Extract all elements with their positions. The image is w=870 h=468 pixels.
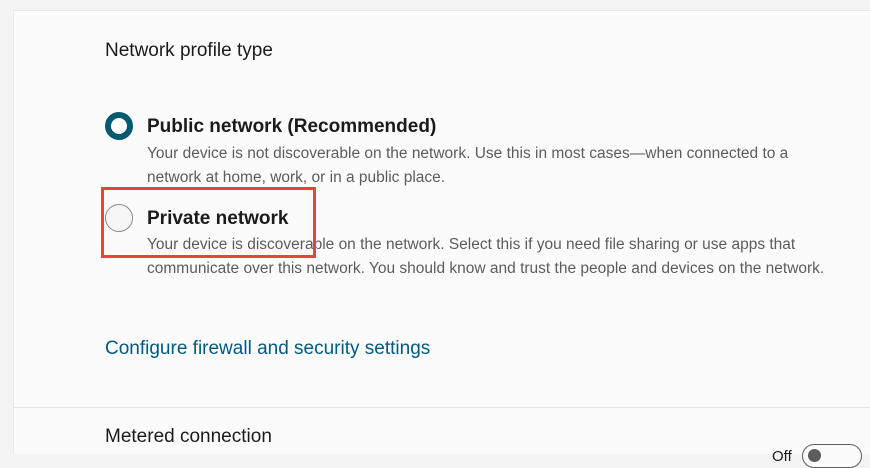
metered-connection-title: Metered connection <box>105 426 272 447</box>
metered-connection-toggle[interactable] <box>802 444 862 468</box>
metered-toggle-state-label: Off <box>772 448 792 465</box>
public-network-radio[interactable] <box>105 112 133 140</box>
public-network-label[interactable]: Public network (Recommended) <box>147 116 436 138</box>
public-network-description: Your device is not discoverable on the n… <box>147 145 789 186</box>
configure-firewall-link[interactable]: Configure firewall and security settings <box>105 338 430 360</box>
private-network-highlight <box>101 187 316 258</box>
network-profile-title: Network profile type <box>105 40 273 61</box>
toggle-knob <box>808 449 821 462</box>
